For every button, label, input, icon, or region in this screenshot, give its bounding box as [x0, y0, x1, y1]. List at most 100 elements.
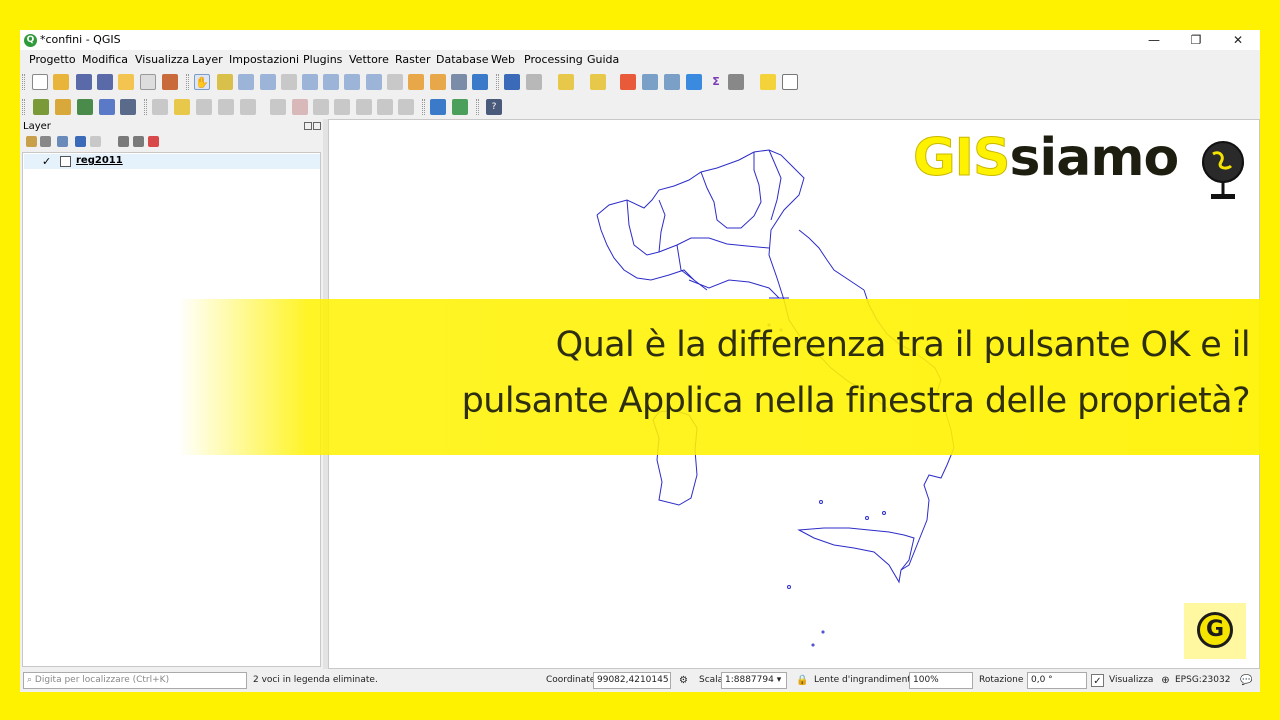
menu-plugins[interactable]: Plugins	[303, 53, 342, 66]
maximize-button[interactable]: ❐	[1176, 31, 1216, 49]
menu-visualizza[interactable]: Visualizza	[135, 53, 189, 66]
save-project-icon[interactable]	[76, 74, 92, 90]
modify-attributes-icon[interactable]	[270, 99, 286, 115]
menu-progetto[interactable]: Progetto	[29, 53, 76, 66]
new-project-icon[interactable]	[32, 74, 48, 90]
scale-select[interactable]: 1:8887794 ▾	[721, 672, 787, 689]
show-bookmarks-icon[interactable]	[430, 74, 446, 90]
filter-legend-icon[interactable]	[75, 136, 86, 147]
layer-item[interactable]: ✓ reg2011	[24, 154, 320, 169]
locator-search-input[interactable]: ⌕ Digita per localizzare (Ctrl+K)	[23, 672, 247, 689]
toolbar-grip[interactable]	[476, 99, 479, 115]
text-annotation-icon[interactable]	[782, 74, 798, 90]
add-feature-icon[interactable]	[218, 99, 234, 115]
menu-web[interactable]: Web	[491, 53, 515, 66]
toolbar-grip[interactable]	[22, 74, 25, 90]
zoom-rubberband-icon[interactable]	[281, 74, 297, 90]
undo-icon[interactable]	[377, 99, 393, 115]
menu-processing[interactable]: Processing	[524, 53, 583, 66]
menu-modifica[interactable]: Modifica	[82, 53, 128, 66]
filter-by-expression-icon[interactable]	[90, 136, 101, 147]
toolbar-grip[interactable]	[496, 74, 499, 90]
open-styling-icon[interactable]	[26, 136, 37, 147]
add-csv-layer-icon[interactable]	[77, 99, 93, 115]
new-bookmark-icon[interactable]	[408, 74, 424, 90]
zoom-to-selection-icon[interactable]	[323, 74, 339, 90]
layout-manager-icon[interactable]	[140, 74, 156, 90]
action-icon[interactable]	[526, 74, 542, 90]
zoom-native-icon[interactable]	[366, 74, 382, 90]
copy-features-icon[interactable]	[334, 99, 350, 115]
select-features-icon[interactable]	[558, 74, 574, 90]
rotation-field[interactable]: 0,0 °	[1027, 672, 1087, 689]
layer-visibility-checkbox[interactable]: ✓	[42, 155, 51, 168]
measure-icon[interactable]	[728, 74, 744, 90]
toggle-editing-icon[interactable]	[174, 99, 190, 115]
current-edits-icon[interactable]	[152, 99, 168, 115]
toolbar-grip[interactable]	[186, 74, 189, 90]
map-tips-icon[interactable]	[760, 74, 776, 90]
refresh-icon[interactable]	[472, 74, 488, 90]
menu-guida[interactable]: Guida	[587, 53, 619, 66]
new-map-view-icon[interactable]	[451, 74, 467, 90]
vertex-tool-icon[interactable]	[240, 99, 256, 115]
pan-to-selection-icon[interactable]	[217, 74, 233, 90]
print-layout-icon[interactable]	[118, 74, 134, 90]
help-icon[interactable]: ?	[486, 99, 502, 115]
zoom-last-icon[interactable]	[387, 74, 403, 90]
python-console-icon[interactable]	[430, 99, 446, 115]
toolbar-grip[interactable]	[22, 99, 25, 115]
field-calculator-icon[interactable]	[664, 74, 680, 90]
toolbar-grip[interactable]	[422, 99, 425, 115]
save-as-icon[interactable]	[97, 74, 113, 90]
menu-raster[interactable]: Raster	[395, 53, 430, 66]
manage-themes-icon[interactable]	[57, 136, 68, 147]
render-checkbox[interactable]: ✓	[1091, 674, 1104, 687]
coordinate-field[interactable]: 99082,4210145	[593, 672, 671, 689]
processing-toolbox-icon[interactable]	[686, 74, 702, 90]
pan-icon[interactable]: ✋	[194, 74, 210, 90]
close-panel-icon[interactable]	[313, 122, 321, 130]
redo-icon[interactable]	[398, 99, 414, 115]
close-button[interactable]: ✕	[1218, 31, 1258, 49]
delete-selected-icon[interactable]	[292, 99, 308, 115]
attribute-table-icon[interactable]	[642, 74, 658, 90]
float-panel-icon[interactable]	[304, 122, 312, 130]
menu-layer[interactable]: Layer	[192, 53, 223, 66]
add-spatialite-icon[interactable]	[99, 99, 115, 115]
toggle-extents-icon[interactable]: ⚙	[677, 674, 690, 687]
zoom-to-layer-icon[interactable]	[344, 74, 360, 90]
cut-features-icon[interactable]	[313, 99, 329, 115]
messages-icon[interactable]: 💬	[1240, 674, 1253, 687]
gissiamo-wordmark: GISsiamo	[912, 128, 1179, 189]
plugin-icon[interactable]	[452, 99, 468, 115]
minimize-button[interactable]: —	[1134, 31, 1174, 49]
collapse-all-icon[interactable]	[133, 136, 144, 147]
remove-layer-icon[interactable]	[148, 136, 159, 147]
add-group-icon[interactable]	[40, 136, 51, 147]
add-wms-icon[interactable]	[120, 99, 136, 115]
toolbar-grip[interactable]	[144, 99, 147, 115]
paste-features-icon[interactable]	[356, 99, 372, 115]
open-project-icon[interactable]	[53, 74, 69, 90]
crs-status[interactable]: EPSG:23032	[1175, 675, 1230, 685]
zoom-in-icon[interactable]	[238, 74, 254, 90]
save-edits-icon[interactable]	[196, 99, 212, 115]
lock-scale-icon[interactable]: 🔒	[796, 674, 809, 687]
zoom-out-icon[interactable]	[260, 74, 276, 90]
add-vector-layer-icon[interactable]	[55, 99, 71, 115]
data-source-manager-icon[interactable]	[33, 99, 49, 115]
layer-symbol[interactable]	[60, 156, 71, 167]
menu-impostazioni[interactable]: Impostazioni	[229, 53, 299, 66]
expand-all-icon[interactable]	[118, 136, 129, 147]
crs-icon[interactable]: ⊕	[1159, 674, 1172, 687]
identify-icon[interactable]	[504, 74, 520, 90]
menu-database[interactable]: Database	[436, 53, 489, 66]
statistical-summary-icon[interactable]: Σ	[708, 74, 724, 90]
zoom-full-icon[interactable]	[302, 74, 318, 90]
deselect-icon[interactable]	[620, 74, 636, 90]
menu-vettore[interactable]: Vettore	[349, 53, 389, 66]
select-by-value-icon[interactable]	[590, 74, 606, 90]
style-manager-icon[interactable]	[162, 74, 178, 90]
magnifier-field[interactable]: 100%	[909, 672, 973, 689]
